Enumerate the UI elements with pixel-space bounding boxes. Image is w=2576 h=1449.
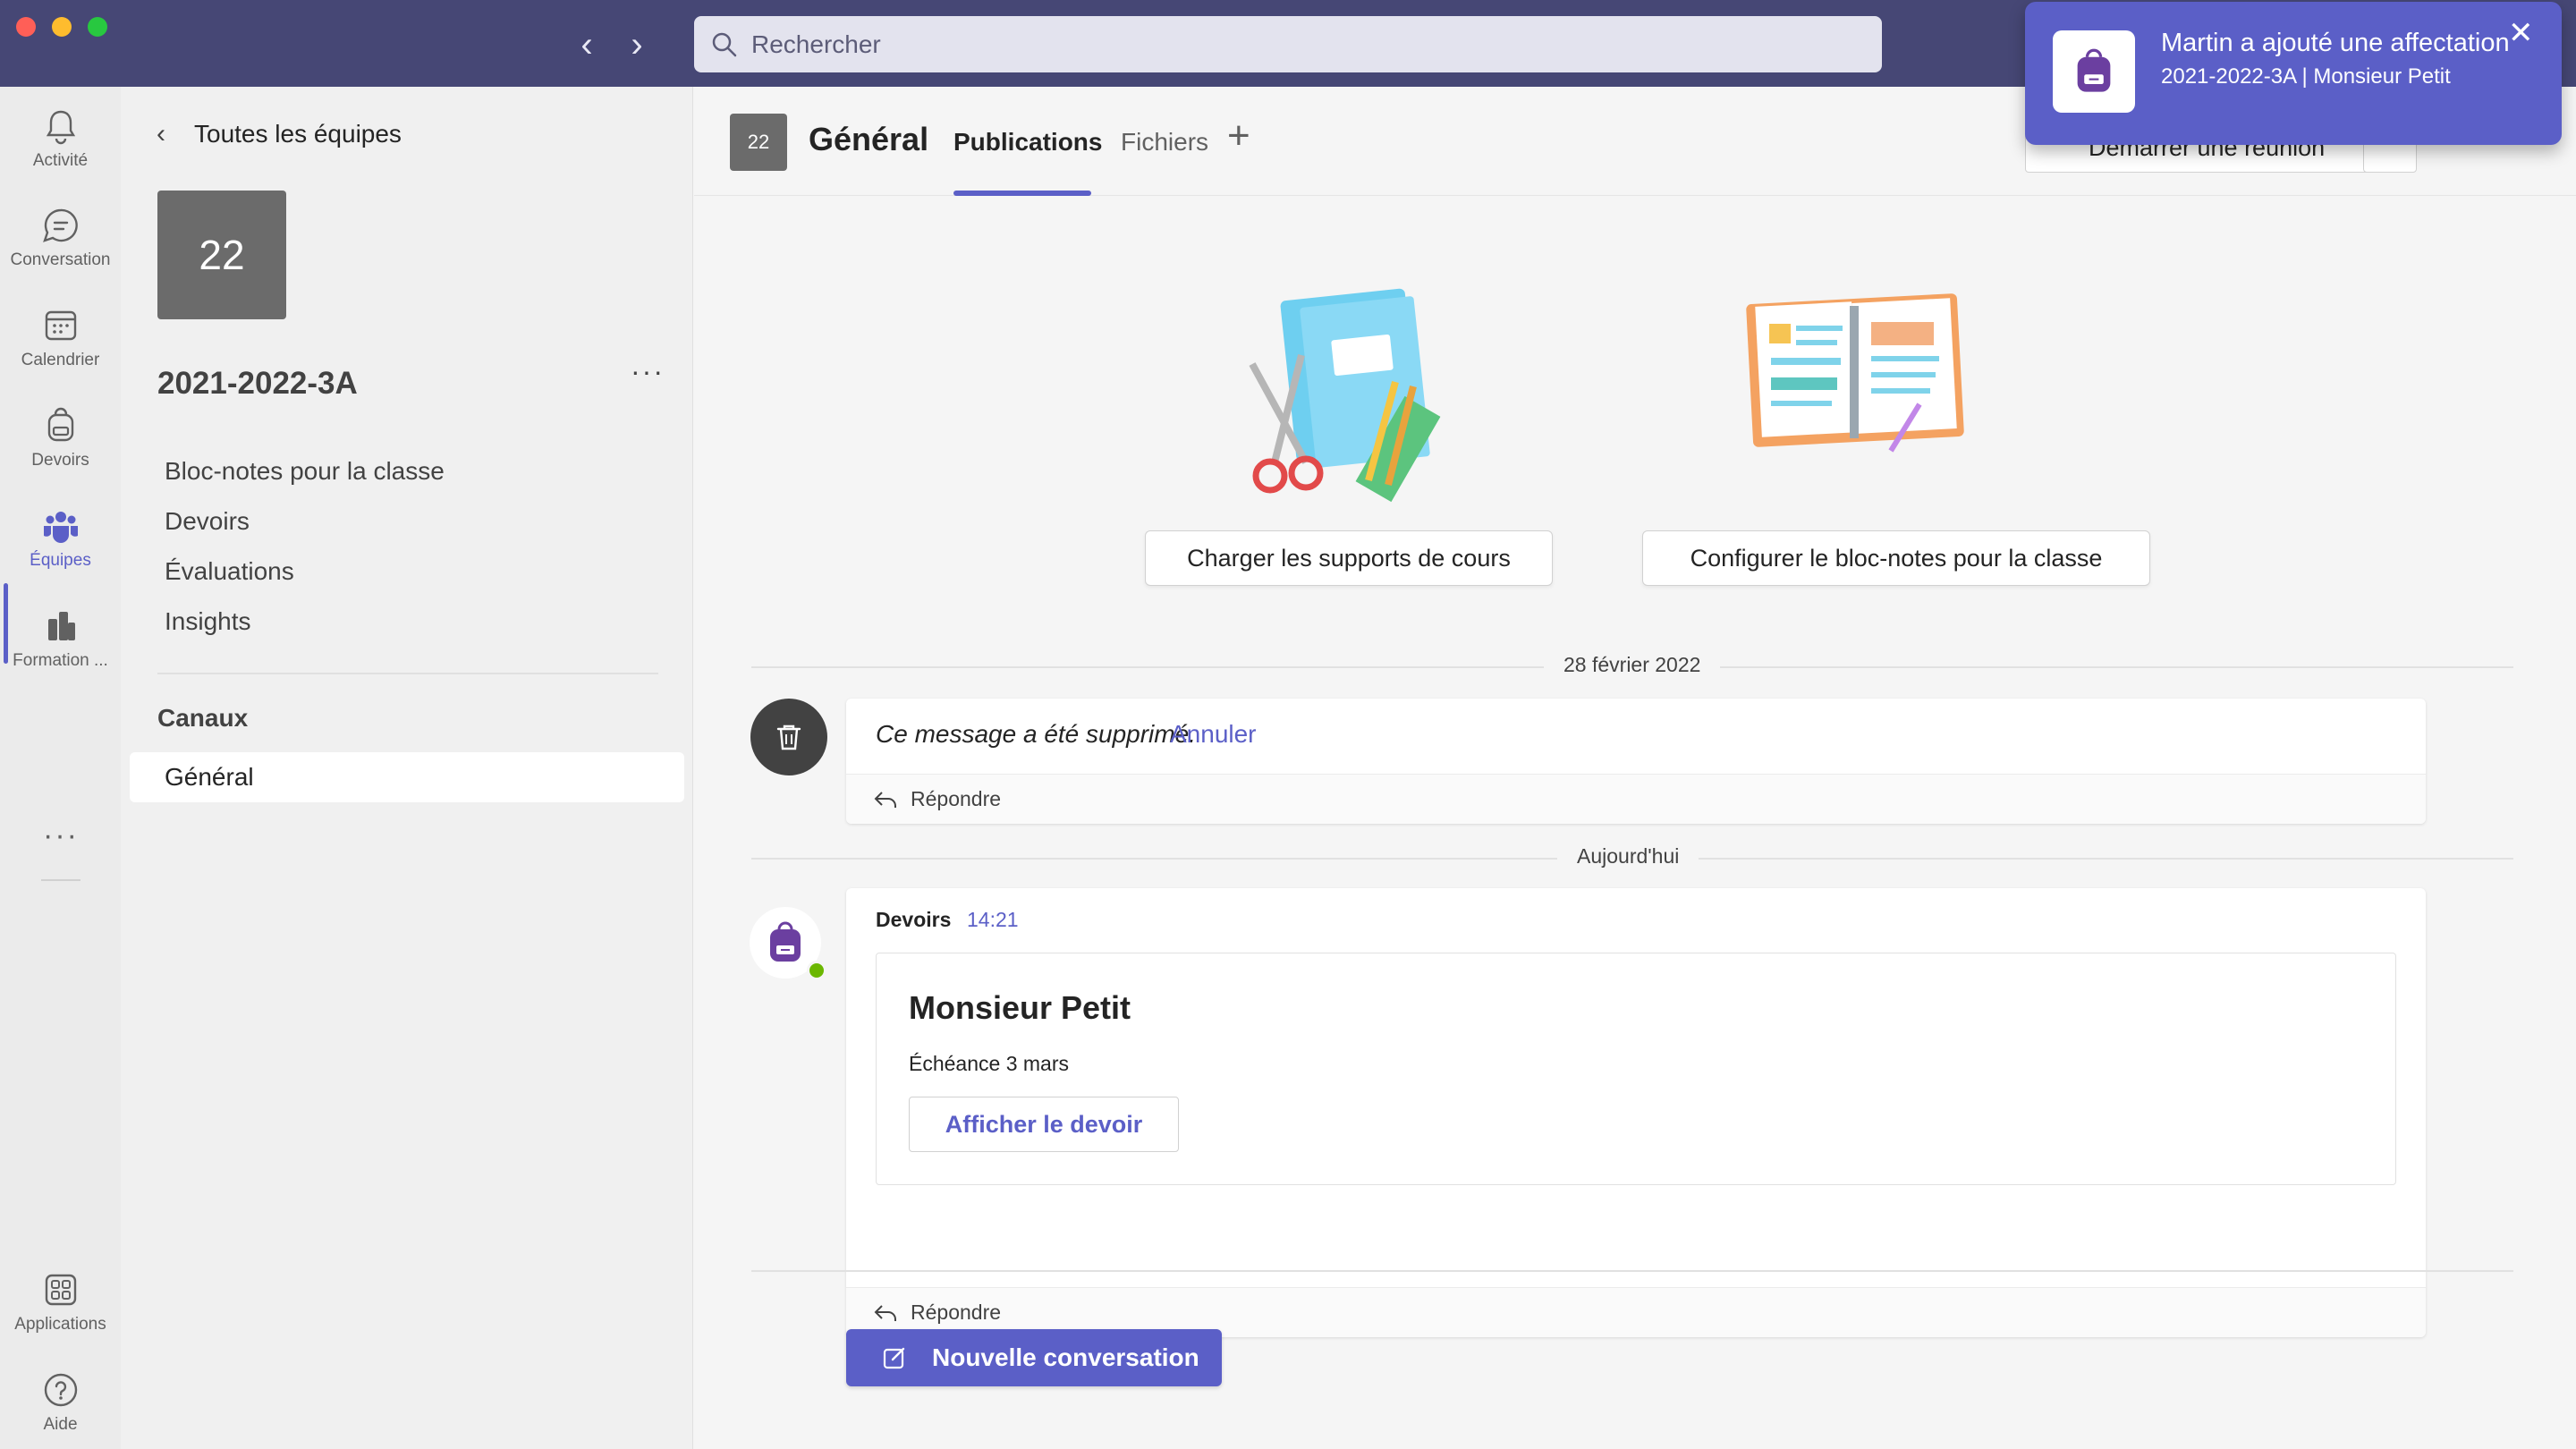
reply-label: Répondre (911, 787, 1002, 810)
rail-divider (41, 879, 80, 881)
team-link-notebook[interactable]: Bloc-notes pour la classe (165, 457, 445, 486)
rail-label: Applications (14, 1315, 106, 1334)
deleted-message-card: Ce message a été supprimé. Annuler Répon… (846, 699, 2426, 824)
channel-label: Général (165, 763, 254, 791)
bell-icon (46, 110, 75, 145)
search-input[interactable]: Rechercher (694, 16, 1882, 72)
rail-item-help[interactable]: Aide (0, 1370, 121, 1449)
reply-icon (874, 792, 896, 808)
close-window-button[interactable] (16, 17, 36, 37)
teams-icon (43, 512, 78, 543)
reply-label: Répondre (911, 1301, 1002, 1324)
team-link-assignments[interactable]: Devoirs (165, 507, 250, 536)
channel-team-avatar: 22 (730, 114, 787, 171)
undo-link[interactable]: Annuler (1170, 720, 1257, 749)
date-label: 28 février 2022 (1544, 653, 1721, 677)
presence-available-icon (807, 961, 826, 980)
rail-item-calendar[interactable]: Calendrier (0, 306, 121, 395)
toast-subtitle: 2021-2022-3A | Monsieur Petit (2161, 64, 2451, 89)
new-conversation-button[interactable]: Nouvelle conversation (846, 1329, 1222, 1386)
view-assignment-button[interactable]: Afficher le devoir (909, 1097, 1179, 1152)
new-conversation-label: Nouvelle conversation (932, 1343, 1199, 1371)
rail-label: Équipes (30, 551, 91, 570)
more-apps-button[interactable]: ··· (43, 818, 79, 853)
toast-title: Martin a ajouté une affectation (2161, 29, 2510, 57)
backpack-icon (47, 407, 73, 442)
channel-title: Général (809, 121, 929, 157)
search-icon (712, 32, 737, 56)
rail-item-activity[interactable]: Activité (0, 106, 121, 196)
post-time: 14:21 (967, 908, 1019, 931)
tab-posts[interactable]: Publications (953, 128, 1102, 157)
team-link-grades[interactable]: Évaluations (165, 557, 294, 586)
assignment-title: Monsieur Petit (909, 989, 1131, 1026)
minimize-window-button[interactable] (52, 17, 72, 37)
team-panel: ‹ Toutes les équipes 22 2021-2022-3A ···… (121, 87, 693, 1449)
rail-item-training[interactable]: Formation ... (0, 606, 121, 696)
rail-label: Formation ... (13, 651, 108, 670)
team-name: 2021-2022-3A (157, 366, 358, 401)
rail-item-assignments[interactable]: Devoirs (0, 406, 121, 496)
compose-icon (883, 1347, 905, 1369)
class-notebook-illustration (1746, 293, 1964, 453)
close-icon[interactable]: ✕ (2508, 18, 2534, 48)
calendar-icon (45, 310, 76, 341)
course-materials-illustration (1249, 288, 1441, 503)
chevron-left-icon: ‹ (157, 119, 165, 148)
rail-item-chat[interactable]: Conversation (0, 206, 121, 295)
upload-materials-button[interactable]: Charger les supports de cours (1145, 530, 1553, 586)
post-sender: Devoirs (876, 908, 952, 931)
divider (157, 673, 658, 674)
chat-icon (42, 208, 78, 242)
book-icon (47, 612, 75, 640)
rail-label: Aide (43, 1415, 78, 1434)
rail-label: Calendrier (21, 351, 100, 369)
forward-arrow-icon[interactable]: › (619, 21, 655, 68)
help-icon (44, 1373, 77, 1407)
back-arrow-icon[interactable]: ‹ (569, 21, 605, 68)
setup-notebook-button[interactable]: Configurer le bloc-notes pour la classe (1642, 530, 2150, 586)
all-teams-label: Toutes les équipes (194, 120, 402, 148)
all-teams-link[interactable]: ‹ Toutes les équipes (157, 119, 402, 149)
add-tab-button[interactable]: + (1227, 114, 1250, 158)
feed-bottom-divider (751, 1270, 2513, 1272)
assignment-due-date: Échéance 3 mars (909, 1052, 1069, 1075)
apps-icon (45, 1274, 76, 1306)
backpack-icon (2077, 48, 2111, 92)
search-placeholder: Rechercher (751, 30, 881, 58)
app-rail: Activité Conversation Calendrier Devoirs… (0, 87, 121, 1449)
rail-item-apps[interactable]: Applications (0, 1270, 121, 1360)
toast-app-icon (2053, 30, 2135, 113)
active-tab-indicator (953, 191, 1091, 196)
rail-label: Activité (32, 151, 89, 170)
backpack-icon (770, 921, 801, 962)
tab-files[interactable]: Fichiers (1121, 128, 1208, 157)
maximize-window-button[interactable] (88, 17, 107, 37)
team-avatar: 22 (157, 191, 286, 319)
team-link-insights[interactable]: Insights (165, 607, 251, 636)
rail-item-teams[interactable]: Équipes (0, 506, 121, 596)
channels-heading: Canaux (157, 704, 249, 732)
deleted-message-avatar (750, 699, 827, 775)
assignment-notification-toast[interactable]: Martin a ajouté une affectation 2021-202… (2025, 2, 2562, 145)
channel-main: 22 Général Publications Fichiers + Démar… (694, 87, 2576, 1449)
reply-button[interactable]: Répondre (846, 774, 2426, 824)
date-label: Aujourd'hui (1557, 844, 1699, 869)
rail-label: Conversation (10, 250, 111, 269)
reply-icon (874, 1305, 896, 1321)
assignment-card: Monsieur Petit Échéance 3 mars Afficher … (876, 953, 2396, 1185)
trash-icon (776, 724, 801, 750)
deleted-message-text: Ce message a été supprimé. (876, 720, 1196, 748)
channel-item-general[interactable]: Général (130, 752, 684, 802)
team-more-options-button[interactable]: ··· (631, 355, 665, 388)
rail-label: Devoirs (31, 451, 89, 470)
